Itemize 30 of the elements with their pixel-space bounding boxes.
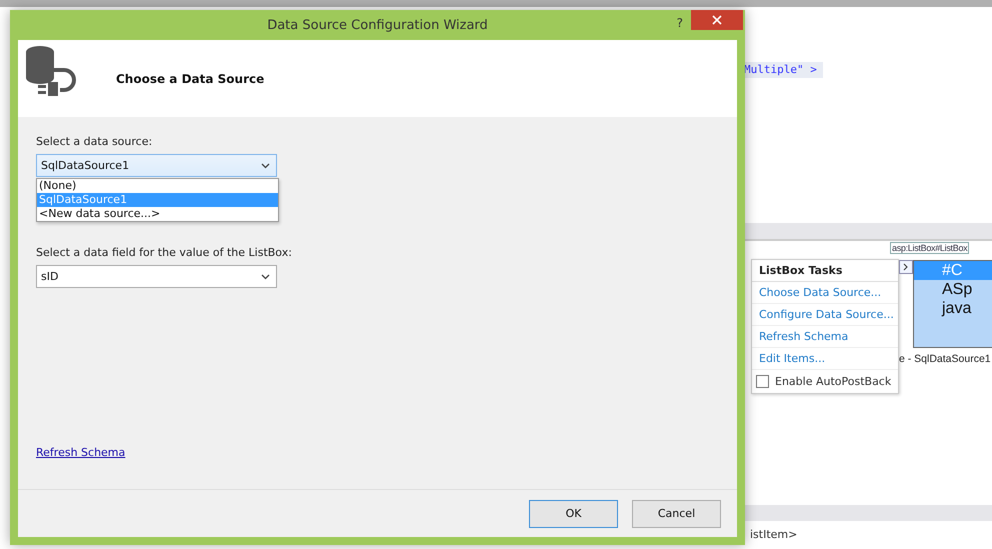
dropdown-option[interactable]: <New data source...> — [37, 207, 278, 221]
dropdown-option[interactable]: (None) — [37, 179, 278, 193]
task-link[interactable]: Refresh Schema — [752, 326, 898, 348]
task-link[interactable]: Choose Data Source... — [752, 282, 898, 304]
tasks-title: ListBox Tasks — [752, 260, 898, 282]
value-field-dropdown[interactable]: sID — [36, 265, 277, 288]
field-label: Select a data field for the value of the ListBox: — [36, 246, 293, 259]
page-title: Choose a Data Source — [116, 72, 264, 86]
dialog-button[interactable]: OK — [529, 500, 618, 528]
close-icon — [712, 15, 722, 25]
field-label: Select a data source: — [36, 135, 154, 148]
help-button[interactable]: ? — [676, 16, 683, 30]
checkbox[interactable] — [756, 375, 769, 388]
control-caption: e - SqlDataSource1 — [899, 353, 991, 365]
task-link[interactable]: Edit Items... — [752, 348, 898, 370]
tag-path: istItem> — [750, 528, 798, 541]
task-link[interactable]: Configure Data Source... — [752, 304, 898, 326]
checkbox-label: Enable AutoPostBack — [775, 375, 892, 388]
listbox-item[interactable]: java — [914, 299, 992, 318]
chevron-right-icon — [903, 263, 909, 271]
close-button[interactable] — [691, 10, 743, 30]
refresh-schema-link[interactable]: Refresh Schema — [36, 446, 126, 459]
chevron-down-icon — [261, 274, 270, 280]
element-tag: asp:ListBox#ListBox — [890, 242, 970, 254]
window-title: Data Source Configuration Wizard — [267, 18, 488, 32]
dialog-button[interactable]: Cancel — [632, 500, 721, 528]
listbox-item[interactable]: ASp — [914, 280, 992, 299]
chevron-down-icon — [261, 162, 270, 168]
smart-tag-button[interactable] — [899, 260, 913, 274]
data-source-dropdown[interactable]: SqlDataSource1 — [36, 154, 277, 177]
